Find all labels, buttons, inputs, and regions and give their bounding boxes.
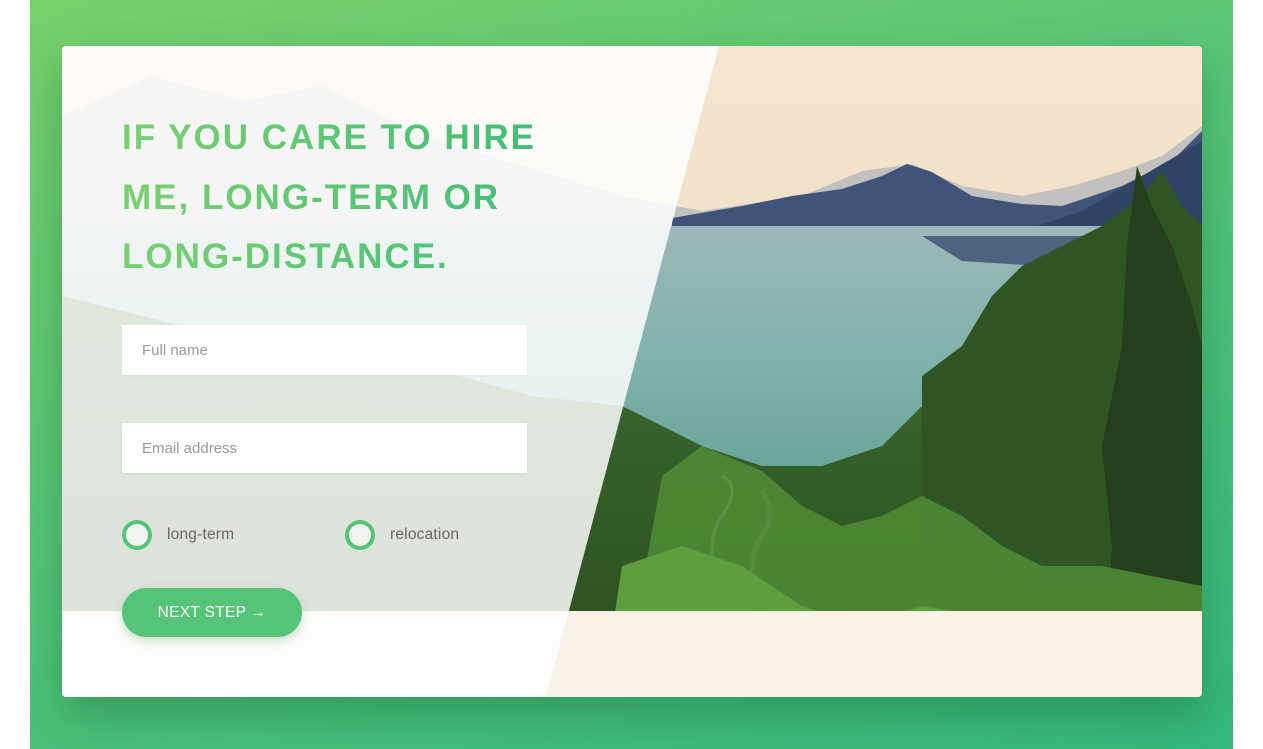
radio-label: long-term: [167, 526, 235, 543]
radio-circle-icon[interactable]: [345, 520, 375, 550]
headline-line: ME, LONG-TERM OR: [122, 177, 501, 217]
radio-long-term[interactable]: long-term: [122, 520, 234, 550]
headline-line: LONG-DISTANCE.: [122, 237, 449, 276]
headline-line: IF YOU CARE TO HIRE: [122, 118, 536, 157]
radio-label: relocation: [390, 526, 460, 543]
next-step-button[interactable]: NEXT STEP →: [122, 588, 302, 637]
form-headline: IF YOU CARE TO HIRE ME, LONG-TERM OR LON…: [122, 108, 562, 287]
hire-form-card: IF YOU CARE TO HIRE ME, LONG-TERM OR LON…: [62, 46, 1202, 697]
radio-circle-icon[interactable]: [122, 520, 152, 550]
full-name-input[interactable]: [122, 325, 527, 375]
radio-relocation[interactable]: relocation: [345, 520, 459, 550]
email-input[interactable]: [122, 423, 527, 473]
